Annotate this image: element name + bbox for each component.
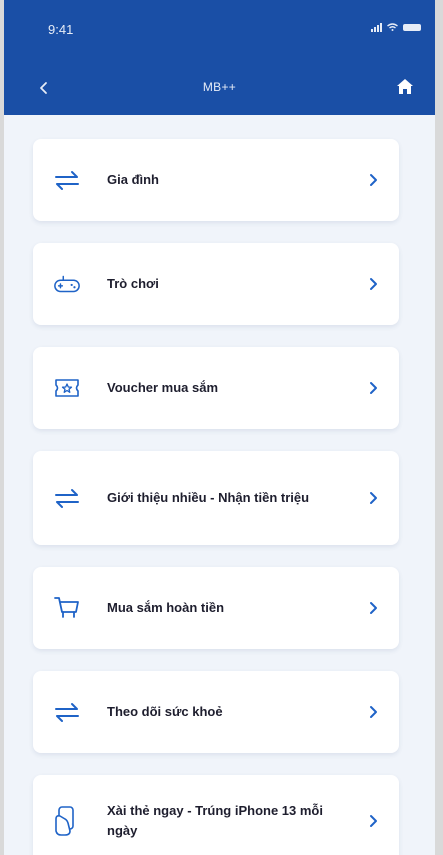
menu-item-label: Xài thẻ ngay - Trúng iPhone 13 mỗi ngày xyxy=(107,803,323,838)
menu-list: Gia đình Trò chơi Voucher mua sắm Giới t… xyxy=(33,139,399,855)
chevron-right-icon xyxy=(370,382,377,394)
menu-item-card-promo[interactable]: Xài thẻ ngay - Trúng iPhone 13 mỗi ngày xyxy=(33,775,399,855)
menu-item-label: Gia đình xyxy=(107,172,159,187)
page-title: MB++ xyxy=(202,80,237,94)
chevron-right-icon xyxy=(370,706,377,718)
chevron-right-icon xyxy=(370,278,377,290)
signal-icon xyxy=(371,22,382,32)
menu-item-label: Giới thiệu nhiều - Nhận tiền triệu xyxy=(107,490,310,505)
swap-arrows-icon xyxy=(53,484,81,512)
app-screen: 9:41 MB++ Gia đình Trò chơi Voucher mua … xyxy=(4,0,435,855)
battery-icon xyxy=(403,23,421,31)
chevron-right-icon xyxy=(370,174,377,186)
status-icons xyxy=(371,22,421,32)
menu-item-family[interactable]: Gia đình xyxy=(33,139,399,221)
menu-item-referral[interactable]: Giới thiệu nhiều - Nhận tiền triệu xyxy=(33,451,399,545)
menu-item-label: Theo dõi sức khoẻ xyxy=(107,704,223,719)
chevron-right-icon xyxy=(370,602,377,614)
chevron-right-icon xyxy=(370,492,377,504)
menu-item-health-tracking[interactable]: Theo dõi sức khoẻ xyxy=(33,671,399,753)
swap-arrows-icon xyxy=(53,166,81,194)
menu-item-label: Voucher mua sắm xyxy=(107,380,219,395)
shopping-cart-icon xyxy=(53,594,81,622)
menu-item-label: Mua sắm hoàn tiền xyxy=(107,600,225,615)
gamepad-icon xyxy=(53,270,81,298)
menu-item-shopping-voucher[interactable]: Voucher mua sắm xyxy=(33,347,399,429)
card-touch-icon xyxy=(53,806,81,836)
menu-item-label: Trò chơi xyxy=(107,276,159,291)
status-time: 9:41 xyxy=(48,22,74,37)
voucher-ticket-icon xyxy=(53,374,81,402)
wifi-icon xyxy=(387,23,398,31)
menu-item-cashback-shopping[interactable]: Mua sắm hoàn tiền xyxy=(33,567,399,649)
app-header: 9:41 MB++ xyxy=(4,0,435,115)
menu-item-games[interactable]: Trò chơi xyxy=(33,243,399,325)
home-button[interactable] xyxy=(395,76,415,96)
swap-arrows-icon xyxy=(53,698,81,726)
chevron-right-icon xyxy=(370,815,377,827)
